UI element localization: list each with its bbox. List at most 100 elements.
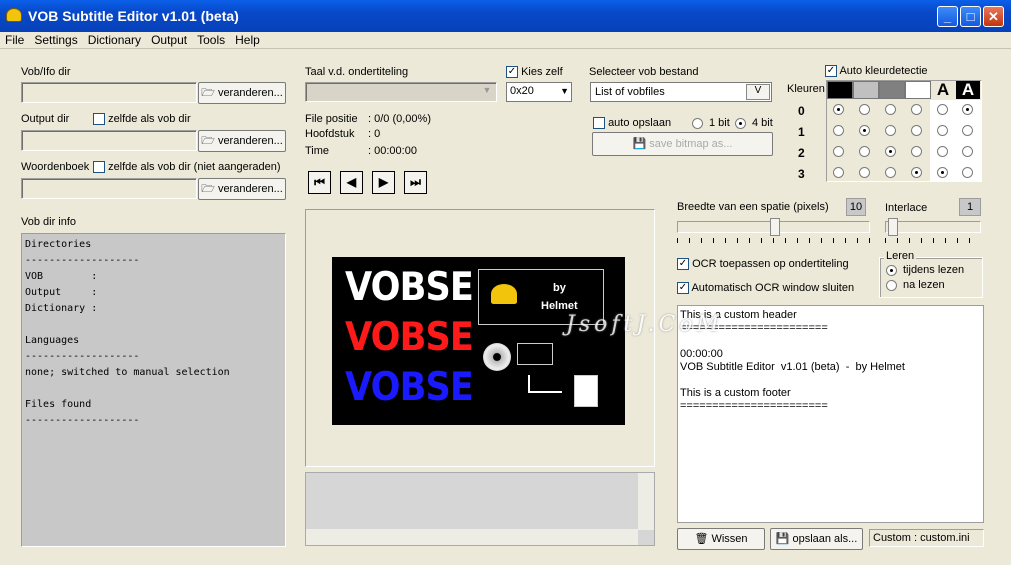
window-title: VOB Subtitle Editor v1.01 (beta) — [28, 8, 239, 24]
ocr-apply-check[interactable]: ✓ — [677, 258, 689, 271]
row-label-3: 3 — [798, 167, 805, 181]
color-radio[interactable] — [962, 104, 973, 115]
color-radio[interactable] — [859, 104, 870, 115]
watermark-text: JsoftJ.CoM — [566, 312, 724, 337]
leren-after-radio[interactable] — [886, 280, 897, 291]
ocr-close-label: Automatisch OCR window sluiten — [691, 282, 855, 294]
output-same-check[interactable] — [93, 113, 105, 126]
swatch-black[interactable] — [827, 81, 853, 99]
save-as-button[interactable]: 💾 opslaan als... — [770, 528, 863, 550]
ocr-output-text[interactable]: This is a custom header ================… — [677, 305, 984, 523]
auto-save-check[interactable] — [593, 117, 605, 130]
dictionary-input[interactable] — [21, 178, 197, 199]
color-radio[interactable] — [911, 104, 922, 115]
language-select[interactable]: ▼ — [305, 82, 497, 102]
vertical-scrollbar[interactable] — [638, 473, 654, 530]
maximize-button[interactable]: □ — [960, 6, 981, 27]
vobifo-change-button[interactable]: 🗁 veranderen... — [198, 82, 286, 104]
menu-output[interactable]: Output — [146, 32, 192, 48]
slider-thumb[interactable] — [770, 218, 780, 236]
ocr-apply-label: OCR toepassen op ondertiteling — [692, 258, 849, 270]
dictionary-label: Woordenboek — [21, 161, 90, 173]
color-radio[interactable] — [833, 146, 844, 157]
ocr-close-check[interactable]: ✓ — [677, 282, 689, 295]
auto-save-label: auto opslaan — [608, 117, 672, 129]
output-change-button[interactable]: 🗁 veranderen... — [198, 130, 286, 152]
row-label-0: 0 — [798, 104, 805, 118]
color-radio[interactable] — [833, 167, 844, 178]
minimize-button[interactable]: _ — [937, 6, 958, 27]
swatch-gray[interactable] — [879, 81, 905, 99]
color-radio[interactable] — [859, 125, 870, 136]
slider-ticks — [677, 238, 870, 243]
vob-info-text: Directories ------------------- VOB : Ou… — [21, 233, 286, 547]
space-width-slider[interactable] — [677, 218, 870, 236]
helmet-icon — [491, 284, 517, 304]
color-radio[interactable] — [911, 167, 922, 178]
vobfile-select[interactable]: List of vobfiles V — [590, 82, 772, 102]
color-radio[interactable] — [885, 104, 896, 115]
font-white-icon: A — [956, 81, 980, 99]
hex-select[interactable]: 0x20 ▼ — [506, 82, 572, 102]
bit1-radio[interactable] — [692, 118, 703, 129]
color-radio[interactable] — [937, 167, 948, 178]
menu-settings[interactable]: Settings — [29, 32, 82, 48]
menu-file[interactable]: File — [0, 32, 29, 48]
color-radio[interactable] — [833, 104, 844, 115]
logo-text: VOBSE VOBSE VOBSE — [345, 263, 474, 413]
save-bitmap-label: save bitmap as... — [649, 138, 733, 150]
last-button[interactable]: ⏭ — [404, 171, 427, 194]
auto-detect-check[interactable]: ✓ — [825, 65, 837, 78]
dict-same-check[interactable] — [93, 161, 105, 174]
ocr-apply-checkbox[interactable]: ✓ OCR toepassen op ondertiteling — [677, 258, 849, 271]
output-same-checkbox[interactable]: zelfde als vob dir — [93, 113, 191, 126]
color-radio[interactable] — [833, 125, 844, 136]
dict-same-checkbox[interactable]: zelfde als vob dir (niet aangeraden) — [93, 161, 281, 174]
color-radio[interactable] — [885, 167, 896, 178]
kies-zelf-check[interactable]: ✓ — [506, 66, 518, 79]
color-radio[interactable] — [937, 125, 948, 136]
close-button[interactable]: ✕ — [983, 6, 1004, 27]
save-bitmap-button[interactable]: 💾 save bitmap as... — [592, 132, 773, 156]
color-radio[interactable] — [885, 125, 896, 136]
ocr-close-checkbox[interactable]: ✓ Automatisch OCR window sluiten — [677, 282, 855, 295]
subtitle-text-area[interactable] — [305, 472, 655, 546]
kies-zelf-checkbox[interactable]: ✓ Kies zelf — [506, 66, 563, 79]
menu-dictionary[interactable]: Dictionary — [83, 32, 146, 48]
wissen-button[interactable]: 🗑 Wissen — [677, 528, 765, 550]
swatch-silver[interactable] — [853, 81, 879, 99]
auto-detect-checkbox[interactable]: ✓ Auto kleurdetectie — [825, 65, 928, 78]
menu-help[interactable]: Help — [230, 32, 265, 48]
prev-button[interactable]: ◀ — [340, 171, 363, 194]
vobifo-change-label: veranderen... — [217, 87, 283, 99]
color-radio[interactable] — [962, 125, 973, 136]
color-radio[interactable] — [962, 146, 973, 157]
auto-save-checkbox[interactable]: auto opslaan — [593, 117, 672, 130]
interlace-slider[interactable] — [885, 218, 981, 236]
slider-thumb[interactable] — [888, 218, 898, 236]
color-radio[interactable] — [911, 125, 922, 136]
output-dir-input[interactable] — [21, 130, 197, 151]
kleuren-label: Kleuren — [787, 83, 825, 95]
cd-icon — [483, 343, 511, 371]
chevron-down-icon: V — [746, 84, 770, 100]
dict-change-button[interactable]: 🗁 veranderen... — [198, 178, 286, 200]
bit4-radio[interactable] — [735, 118, 746, 129]
color-radio[interactable] — [885, 146, 896, 157]
color-radio[interactable] — [937, 146, 948, 157]
first-button[interactable]: ⏮ — [308, 171, 331, 194]
file-pos-value: : 0/0 (0,00%) — [368, 113, 431, 125]
leren-during-radio[interactable] — [886, 265, 897, 276]
color-radio[interactable] — [859, 167, 870, 178]
menu-tools[interactable]: Tools — [192, 32, 230, 48]
vobifo-input[interactable] — [21, 82, 197, 103]
swatch-white[interactable] — [905, 81, 931, 99]
horizontal-scrollbar[interactable] — [306, 529, 638, 545]
space-width-value: 10 — [846, 198, 866, 216]
leren-during-label: tijdens lezen — [903, 264, 965, 276]
next-button[interactable]: ▶ — [372, 171, 395, 194]
color-radio[interactable] — [937, 104, 948, 115]
color-radio[interactable] — [911, 146, 922, 157]
color-radio[interactable] — [962, 167, 973, 178]
color-radio[interactable] — [859, 146, 870, 157]
